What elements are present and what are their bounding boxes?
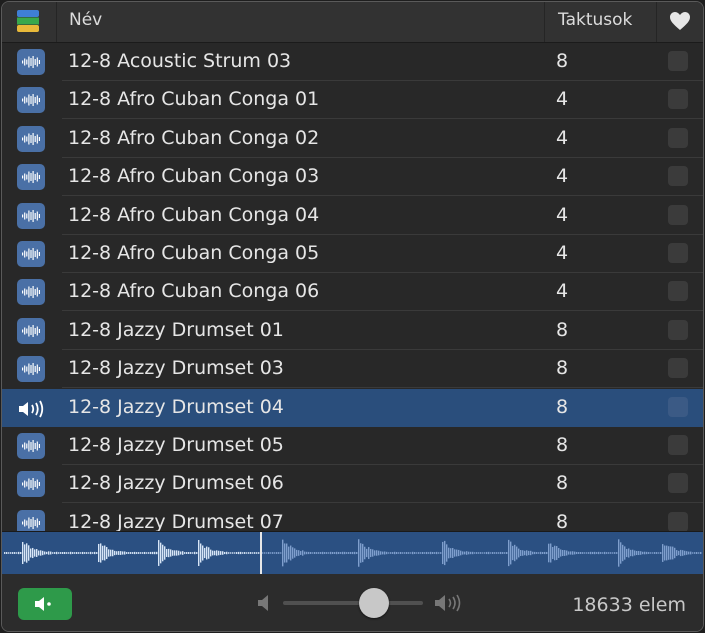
favorite-checkbox[interactable] xyxy=(668,51,688,71)
loop-list: 12-8 Acoustic Strum 03 8 12-8 Afro Cuban C… xyxy=(2,43,703,531)
item-count: 18633 elem xyxy=(572,594,686,616)
audio-waveform-icon xyxy=(17,356,45,383)
audio-waveform-icon xyxy=(17,317,45,344)
audio-waveform-icon xyxy=(17,509,45,531)
loop-beats: 4 xyxy=(556,165,569,188)
table-row[interactable]: 12-8 Acoustic Strum 03 8 xyxy=(2,43,703,81)
favorite-checkbox[interactable] xyxy=(668,281,688,302)
audio-waveform-icon xyxy=(17,164,45,191)
loop-name: 12-8 Jazzy Drumset 05 xyxy=(68,434,284,456)
loop-beats: 8 xyxy=(556,395,569,418)
table-row[interactable]: 12-8 Afro Cuban Conga 04 4 xyxy=(2,196,703,235)
table-header: Név Taktusok xyxy=(2,2,703,43)
loop-name: 12-8 Afro Cuban Conga 03 xyxy=(68,165,320,188)
audio-waveform-icon xyxy=(17,87,45,114)
loop-beats: 8 xyxy=(556,50,569,72)
loop-name: 12-8 Jazzy Drumset 03 xyxy=(68,357,284,380)
preview-volume-button[interactable] xyxy=(18,588,72,620)
favorite-checkbox[interactable] xyxy=(668,358,688,379)
waveform-icon xyxy=(4,532,702,574)
favorite-checkbox[interactable] xyxy=(668,319,688,340)
loop-beats: 8 xyxy=(556,318,569,341)
volume-high-icon xyxy=(435,594,461,612)
audio-waveform-icon xyxy=(17,433,45,459)
loop-name: 12-8 Jazzy Drumset 04 xyxy=(68,395,284,418)
audio-waveform-icon xyxy=(17,202,45,229)
loop-beats: 4 xyxy=(556,280,569,303)
table-row[interactable]: 12-8 Jazzy Drumset 07 8 xyxy=(2,503,703,531)
speaker-playing-icon xyxy=(19,400,44,418)
loop-type-filter-icon[interactable] xyxy=(17,10,39,32)
audio-waveform-icon xyxy=(17,279,45,306)
audio-waveform-icon xyxy=(17,241,45,267)
volume-slider-knob[interactable] xyxy=(359,588,389,618)
volume-slider-track[interactable] xyxy=(283,601,423,605)
favorite-checkbox[interactable] xyxy=(668,127,688,148)
loop-name: 12-8 Afro Cuban Conga 02 xyxy=(68,126,320,149)
table-row[interactable]: 12-8 Afro Cuban Conga 02 4 xyxy=(2,119,703,158)
favorite-checkbox[interactable] xyxy=(668,89,688,110)
loop-name: 12-8 Afro Cuban Conga 05 xyxy=(68,242,320,264)
column-header-beats[interactable]: Taktusok xyxy=(558,10,632,30)
loop-beats: 4 xyxy=(556,242,569,264)
audio-waveform-icon xyxy=(17,49,45,75)
table-row[interactable]: 12-8 Afro Cuban Conga 06 4 xyxy=(2,273,703,312)
loop-beats: 8 xyxy=(556,357,569,380)
loop-beats: 8 xyxy=(556,472,569,495)
loop-name: 12-8 Afro Cuban Conga 01 xyxy=(68,88,320,111)
favorite-checkbox[interactable] xyxy=(668,204,688,225)
speaker-icon xyxy=(35,597,51,611)
loop-beats: 4 xyxy=(556,203,569,226)
volume-low-icon xyxy=(258,595,268,611)
loop-name: 12-8 Acoustic Strum 03 xyxy=(68,50,292,72)
loop-name: 12-8 Jazzy Drumset 01 xyxy=(68,318,284,341)
table-row[interactable]: 12-8 Afro Cuban Conga 03 4 xyxy=(2,158,703,197)
loop-browser-window: Név Taktusok 12-8 Acoustic Strum 03 8 12-8… xyxy=(1,1,704,632)
favorite-checkbox[interactable] xyxy=(668,166,688,187)
table-row[interactable]: 12-8 Jazzy Drumset 03 8 xyxy=(2,350,703,389)
loop-beats: 8 xyxy=(556,434,569,456)
favorite-checkbox[interactable] xyxy=(668,473,688,494)
loop-name: 12-8 Afro Cuban Conga 06 xyxy=(68,280,320,303)
audio-waveform-icon xyxy=(17,125,45,152)
loop-name: 12-8 Jazzy Drumset 07 xyxy=(68,510,284,531)
loop-name: 12-8 Afro Cuban Conga 04 xyxy=(68,203,320,226)
footer-bar: 18633 elem xyxy=(2,574,703,631)
audio-waveform-icon xyxy=(17,471,45,498)
loop-name: 12-8 Jazzy Drumset 06 xyxy=(68,472,284,495)
column-header-name[interactable]: Név xyxy=(69,10,102,30)
loop-beats: 4 xyxy=(556,126,569,149)
favorite-checkbox[interactable] xyxy=(668,396,688,417)
table-row[interactable]: 12-8 Afro Cuban Conga 01 4 xyxy=(2,81,703,120)
table-row[interactable]: 12-8 Jazzy Drumset 04 8 xyxy=(2,388,703,427)
loop-beats: 8 xyxy=(556,510,569,531)
favorite-checkbox[interactable] xyxy=(668,511,688,531)
table-row[interactable]: 12-8 Afro Cuban Conga 05 4 xyxy=(2,235,703,273)
waveform-preview[interactable] xyxy=(2,531,703,575)
favorites-heart-icon[interactable] xyxy=(669,11,691,31)
loop-beats: 4 xyxy=(556,88,569,111)
table-row[interactable]: 12-8 Jazzy Drumset 06 8 xyxy=(2,465,703,504)
favorite-checkbox[interactable] xyxy=(668,243,688,263)
table-row[interactable]: 12-8 Jazzy Drumset 05 8 xyxy=(2,427,703,465)
table-row[interactable]: 12-8 Jazzy Drumset 01 8 xyxy=(2,311,703,350)
favorite-checkbox[interactable] xyxy=(668,435,688,455)
